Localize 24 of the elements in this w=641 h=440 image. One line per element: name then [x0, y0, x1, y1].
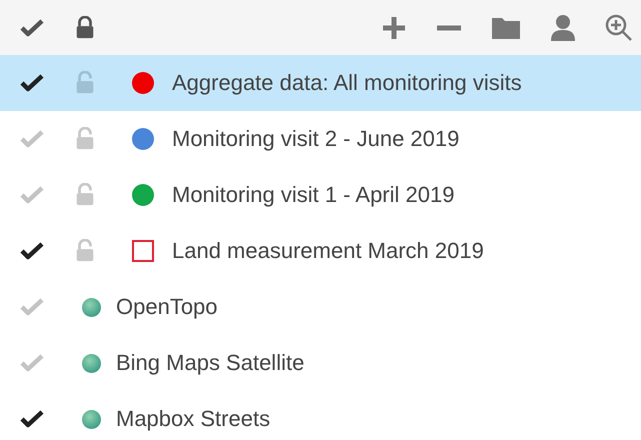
layer-name: Aggregate data: All monitoring visits: [172, 70, 522, 96]
layer-row[interactable]: Land measurement March 2019: [0, 223, 641, 279]
layer-row[interactable]: Mapbox Streets: [0, 391, 641, 440]
globe-icon: [82, 410, 100, 428]
globe-icon: [82, 298, 100, 316]
layer-row[interactable]: Aggregate data: All monitoring visits: [0, 55, 641, 111]
layer-name: Mapbox Streets: [116, 406, 270, 432]
layer-name: Bing Maps Satellite: [116, 350, 304, 376]
layer-name: Land measurement March 2019: [172, 238, 484, 264]
layer-name: Monitoring visit 1 - April 2019: [172, 182, 454, 208]
checkmark-icon[interactable]: [20, 18, 44, 38]
globe-icon: [82, 354, 100, 372]
remove-icon[interactable]: [436, 24, 462, 30]
lock-icon[interactable]: [74, 16, 96, 40]
checkmark-icon[interactable]: [20, 409, 44, 429]
layer-row[interactable]: OpenTopo: [0, 279, 641, 335]
user-icon[interactable]: [550, 14, 576, 42]
add-icon[interactable]: [381, 14, 407, 40]
zoom-in-icon[interactable]: [605, 14, 633, 42]
checkmark-icon[interactable]: [20, 73, 44, 93]
layer-row[interactable]: Bing Maps Satellite: [0, 335, 641, 391]
checkmark-icon[interactable]: [20, 241, 44, 261]
layer-name: Monitoring visit 2 - June 2019: [172, 126, 460, 152]
layer-name: OpenTopo: [116, 294, 218, 320]
